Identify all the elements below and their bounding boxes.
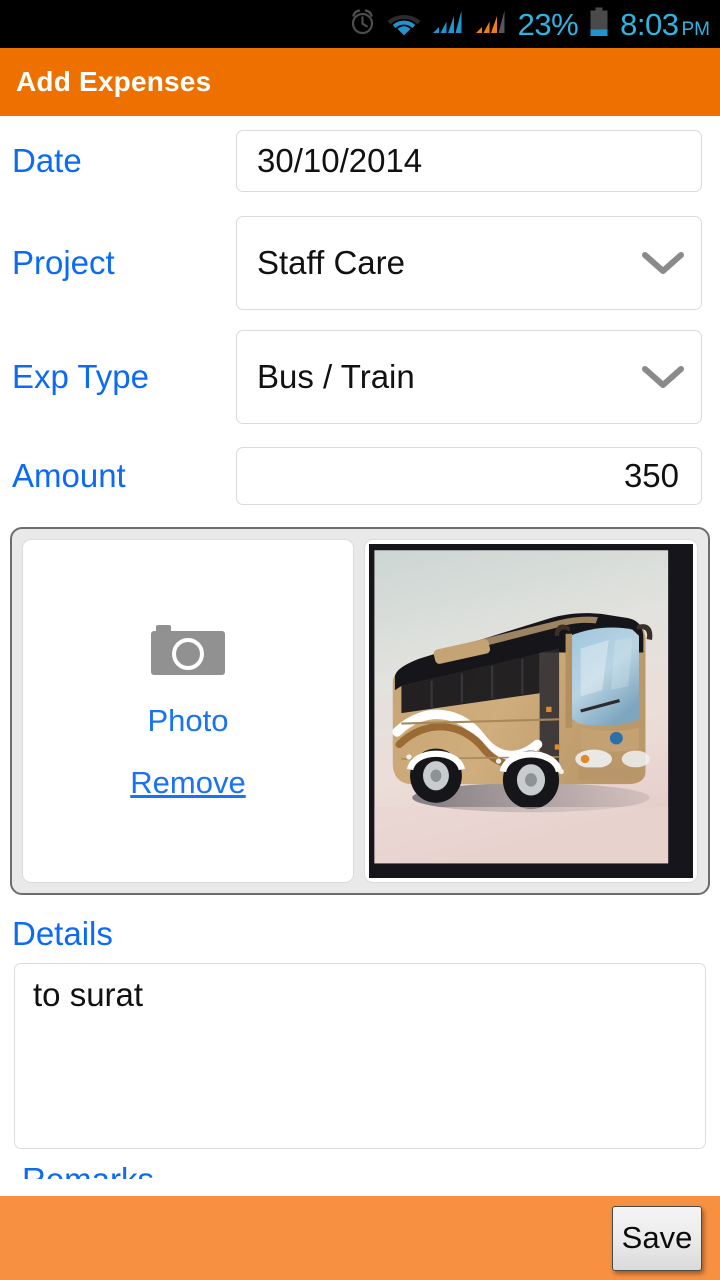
status-bar-icons: 23% 8:03 PM — [349, 7, 710, 42]
amount-input[interactable]: 350 — [236, 447, 702, 505]
remove-photo-link[interactable]: Remove — [130, 765, 245, 801]
label-project: Project — [12, 244, 115, 281]
cellular-signal-icon — [432, 8, 464, 41]
clock-group: 8:03 PM — [620, 9, 710, 40]
chevron-down-icon — [637, 216, 689, 310]
photo-label: Photo — [147, 702, 229, 738]
chevron-down-icon — [637, 330, 689, 424]
photo-capture-card[interactable]: Photo Remove — [22, 539, 354, 883]
bottom-action-bar: Save — [0, 1196, 720, 1280]
project-value: Staff Care — [257, 244, 405, 281]
app-header: Add Expenses — [0, 48, 720, 116]
clock-time: 8:03 — [620, 6, 679, 42]
clock-ampm: PM — [681, 18, 711, 40]
date-value: 30/10/2014 — [257, 142, 423, 179]
label-date: Date — [12, 142, 82, 179]
camera-icon — [150, 622, 226, 685]
form-row-project: Project Staff Care — [0, 206, 720, 320]
form-content: Date 30/10/2014 Project Staff Care Exp T… — [0, 116, 720, 1196]
details-textarea[interactable]: to surat — [14, 963, 706, 1149]
amount-value: 350 — [623, 457, 679, 494]
label-exp-type: Exp Type — [12, 358, 149, 395]
wifi-icon — [387, 8, 421, 41]
exp-type-value: Bus / Train — [257, 358, 415, 395]
battery-percent-label: 23% — [517, 6, 579, 42]
date-input[interactable]: 30/10/2014 — [236, 130, 702, 192]
form-row-amount: Amount 350 — [0, 434, 720, 518]
label-details: Details — [12, 915, 113, 952]
alarm-clock-icon — [349, 8, 376, 41]
photo-thumbnail-card[interactable] — [364, 539, 698, 883]
label-amount: Amount — [12, 457, 126, 494]
form-row-date: Date 30/10/2014 — [0, 116, 720, 206]
save-button[interactable]: Save — [612, 1205, 702, 1271]
cellular-signal-icon — [475, 8, 507, 41]
battery-icon — [589, 7, 609, 42]
clipped-label: Remarks — [0, 1163, 720, 1179]
photo-panel: Photo Remove — [10, 527, 710, 895]
page-title: Add Expenses — [16, 66, 212, 97]
form-row-exp-type: Exp Type Bus / Train — [0, 320, 720, 434]
project-select[interactable]: Staff Care — [236, 216, 702, 310]
exp-type-select[interactable]: Bus / Train — [236, 330, 702, 424]
bus-photo-image — [369, 544, 693, 878]
status-bar: 23% 8:03 PM — [0, 0, 720, 48]
